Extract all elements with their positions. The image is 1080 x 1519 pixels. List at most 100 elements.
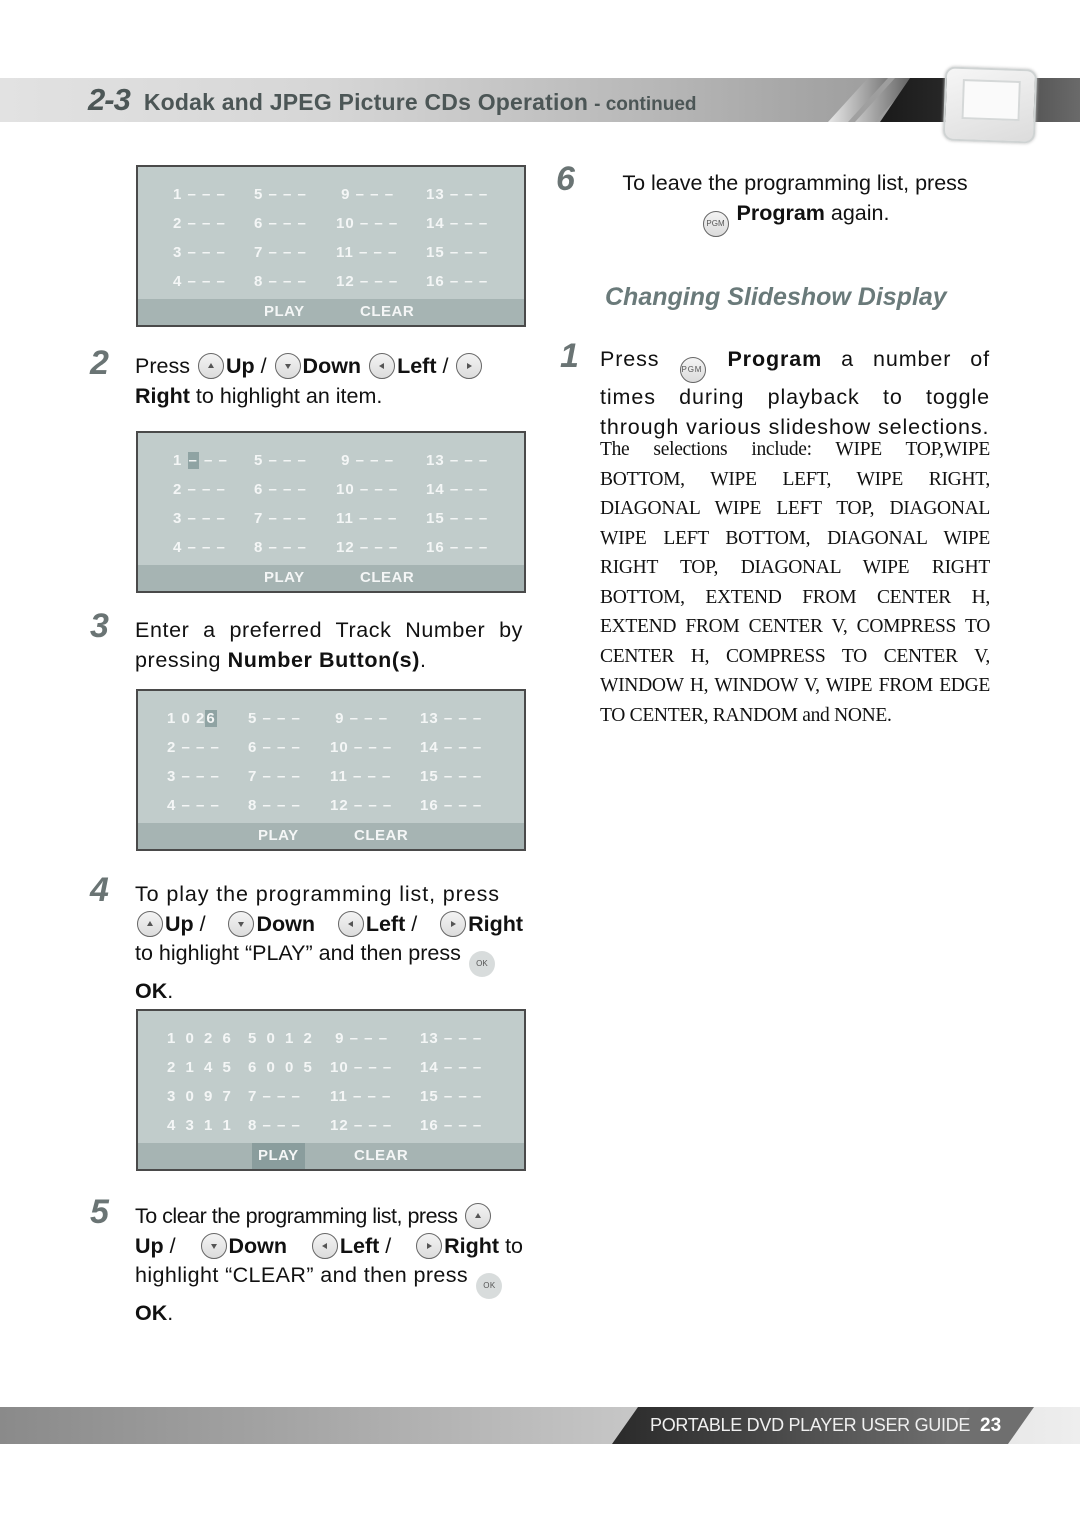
program-slot: 8 – – – bbox=[248, 797, 301, 814]
program-slot: 11 – – – bbox=[330, 768, 392, 785]
step-2-text: Press Up / Down Left / Right to highligh… bbox=[135, 352, 525, 411]
program-slot: 11 – – – bbox=[336, 244, 398, 261]
program-slot: 14 – – – bbox=[426, 215, 489, 232]
program-slot: 10 – – – bbox=[336, 215, 399, 232]
program-slot: 8 – – – bbox=[248, 1117, 301, 1134]
section-heading: 2-3 Kodak and JPEG Picture CDs Operation… bbox=[88, 80, 697, 120]
program-slot: 9 – – – bbox=[330, 710, 389, 727]
program-slot: 12 – – – bbox=[336, 539, 399, 556]
program-slot: 11 – – – bbox=[336, 510, 398, 527]
osd-action-bar: PLAY CLEAR bbox=[138, 565, 524, 591]
program-slot: 4 – – – bbox=[167, 797, 220, 814]
step-number: 2 bbox=[90, 344, 109, 382]
program-slot: 6 – – – bbox=[254, 215, 307, 232]
right-button-icon bbox=[456, 353, 483, 379]
program-slot: 10 – – – bbox=[330, 1059, 393, 1076]
down-button-icon bbox=[200, 1232, 227, 1259]
program-slot: 15 – – – bbox=[426, 244, 489, 261]
program-list-screen-3: 1 0 26 5 – – – 9 – – – 13 – – – 2 – – – … bbox=[136, 689, 526, 851]
slideshow-step-1-text: Press PGM Program a number of times duri… bbox=[600, 347, 990, 439]
step-number: 6 bbox=[556, 160, 575, 198]
play-option: PLAY bbox=[264, 569, 305, 586]
program-slot: 13 – – – bbox=[420, 710, 483, 727]
program-slot: 11 – – – bbox=[330, 1088, 392, 1105]
program-slot: 14 – – – bbox=[426, 481, 489, 498]
program-slot: 7 – – – bbox=[254, 510, 307, 527]
program-slot: 15 – – – bbox=[420, 768, 483, 785]
play-option: PLAY bbox=[264, 303, 305, 320]
program-slot: 13 – – – bbox=[426, 186, 489, 203]
program-slot: 16 – – – bbox=[420, 1117, 483, 1134]
ok-button-icon: OK bbox=[476, 1273, 503, 1299]
program-slot: 9 – – – bbox=[330, 1030, 389, 1047]
program-slot: 14 – – – bbox=[420, 1059, 483, 1076]
left-button-icon bbox=[311, 1232, 338, 1259]
program-slot: 1 – – – bbox=[173, 452, 228, 469]
program-slot: 12 – – – bbox=[336, 273, 399, 290]
step-5-text: To clear the programming list, press Up … bbox=[135, 1203, 523, 1325]
cursor-highlight: – bbox=[187, 452, 199, 469]
program-slot: 7 – – – bbox=[254, 244, 307, 261]
footer-guide-title: PORTABLE DVD PLAYER USER GUIDE bbox=[650, 1415, 971, 1435]
program-slot: 6 – – – bbox=[248, 739, 301, 756]
program-slot: 5 – – – bbox=[254, 452, 307, 469]
up-button-icon bbox=[197, 353, 224, 379]
program-slot: 15 – – – bbox=[420, 1088, 483, 1105]
program-slot: 16 – – – bbox=[420, 797, 483, 814]
clear-option: CLEAR bbox=[354, 827, 409, 844]
program-button-icon: PGM bbox=[680, 357, 707, 383]
program-button-icon: PGM bbox=[702, 210, 729, 237]
program-slot: 16 – – – bbox=[426, 539, 489, 556]
down-button-icon bbox=[228, 910, 255, 937]
program-slot: 2 – – – bbox=[173, 481, 226, 498]
program-slot: 13 – – – bbox=[426, 452, 489, 469]
portable-dvd-player-icon bbox=[942, 66, 1038, 144]
left-button-icon bbox=[369, 353, 396, 379]
program-slot: 2 – – – bbox=[167, 739, 220, 756]
program-slot: 8 – – – bbox=[254, 539, 307, 556]
program-slot: 3 – – – bbox=[173, 510, 226, 527]
clear-option: CLEAR bbox=[360, 569, 415, 586]
program-slot: 7 – – – bbox=[248, 1088, 301, 1105]
program-slot: 7 – – – bbox=[248, 768, 301, 785]
osd-action-bar: PLAY CLEAR bbox=[138, 299, 524, 325]
clear-option: CLEAR bbox=[360, 303, 415, 320]
step-number: 5 bbox=[90, 1193, 109, 1231]
program-slot: 10 – – – bbox=[330, 739, 393, 756]
program-slot: 6 0 0 5 bbox=[248, 1059, 315, 1076]
program-list-screen-4: 1 0 2 6 5 0 1 2 9 – – – 13 – – – 2 1 4 5… bbox=[136, 1009, 526, 1171]
program-list-screen-2: 1 – – – 5 – – – 9 – – – 13 – – – 2 – – –… bbox=[136, 431, 526, 593]
program-slot: 14 – – – bbox=[420, 739, 483, 756]
down-button-icon bbox=[274, 353, 301, 379]
program-slot: 12 – – – bbox=[330, 1117, 393, 1134]
program-slot: 16 – – – bbox=[426, 273, 489, 290]
program-slot: 5 0 1 2 bbox=[248, 1030, 315, 1047]
page-number: 23 bbox=[980, 1415, 1002, 1436]
program-list-screen-1: 1 – – – 5 – – – 9 – – – 13 – – – 2 – – –… bbox=[136, 165, 526, 327]
left-button-icon bbox=[337, 910, 364, 937]
osd-action-bar: PLAY CLEAR bbox=[138, 1143, 524, 1169]
cursor-highlight: 6 bbox=[205, 710, 217, 727]
section-continued: - continued bbox=[594, 94, 697, 115]
program-slot: 1 0 2 6 bbox=[167, 1030, 234, 1047]
program-slot: 12 – – – bbox=[330, 797, 393, 814]
program-slot: 15 – – – bbox=[426, 510, 489, 527]
program-slot: 9 – – – bbox=[336, 186, 395, 203]
program-slot: 2 – – – bbox=[173, 215, 226, 232]
right-button-icon bbox=[440, 910, 467, 937]
clear-option: CLEAR bbox=[354, 1147, 409, 1164]
program-slot: 4 – – – bbox=[173, 273, 226, 290]
step-number: 4 bbox=[90, 871, 109, 909]
program-slot: 13 – – – bbox=[420, 1030, 483, 1047]
program-slot: 5 – – – bbox=[254, 186, 307, 203]
step-4-text: To play the programming list, press Up /… bbox=[135, 882, 523, 1003]
up-button-icon bbox=[465, 1203, 492, 1229]
step-6-text: To leave the programming list, press PGM… bbox=[600, 169, 990, 237]
program-slot: 5 – – – bbox=[248, 710, 301, 727]
program-slot: 4 3 1 1 bbox=[167, 1117, 234, 1134]
program-slot: 1 – – – bbox=[173, 186, 226, 203]
ok-button-icon: OK bbox=[468, 951, 495, 977]
step-number: 3 bbox=[90, 607, 109, 645]
section-number: 2-3 bbox=[88, 82, 131, 117]
subsection-title: Changing Slideshow Display bbox=[605, 283, 947, 311]
